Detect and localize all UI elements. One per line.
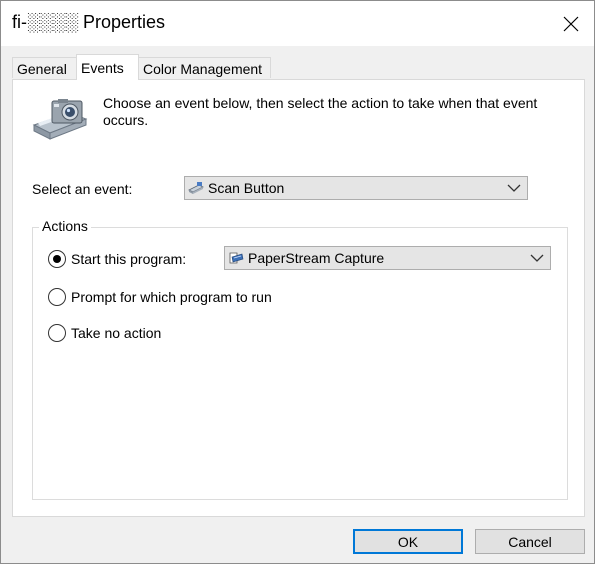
radio-take-no-action-label: Take no action [71, 325, 162, 341]
close-icon [563, 16, 579, 31]
selected-event: Scan Button [208, 180, 285, 196]
scanner-icon [188, 182, 204, 194]
actions-group-label: Actions [39, 218, 91, 234]
radio-prompt-program[interactable]: Prompt for which program to run [48, 288, 272, 306]
window-title: fi-░░░░ Properties [12, 12, 166, 32]
radio-take-no-action[interactable]: Take no action [48, 324, 161, 342]
properties-dialog: fi-░░░░ Properties General Events Color … [0, 0, 595, 564]
events-panel: Choose an event below, then select the a… [12, 79, 585, 517]
radio-button[interactable] [48, 324, 66, 342]
tab-general[interactable]: General [12, 57, 77, 78]
close-button[interactable] [548, 1, 594, 46]
paperstream-capture-icon [229, 252, 244, 264]
program-dropdown[interactable]: PaperStream Capture [224, 246, 551, 270]
title-bar[interactable]: fi-░░░░ Properties [1, 1, 594, 46]
radio-prompt-program-label: Prompt for which program to run [71, 289, 272, 305]
scanner-camera-icon [32, 99, 88, 140]
ok-button[interactable]: OK [353, 529, 463, 554]
selected-program: PaperStream Capture [248, 250, 385, 266]
cancel-button[interactable]: Cancel [475, 529, 585, 554]
event-dropdown[interactable]: Scan Button [184, 176, 528, 200]
radio-start-program[interactable]: Start this program: [48, 250, 186, 268]
chevron-down-icon [530, 254, 544, 262]
radio-button-checked[interactable] [48, 250, 66, 268]
radio-start-program-label: Start this program: [71, 251, 187, 267]
tab-events[interactable]: Events [76, 54, 139, 80]
intro-text: Choose an event below, then select the a… [103, 95, 538, 128]
radio-button[interactable] [48, 288, 66, 306]
select-event-label: Select an event: [32, 181, 133, 197]
tab-color-management[interactable]: Color Management [138, 57, 271, 78]
chevron-down-icon [507, 184, 521, 192]
